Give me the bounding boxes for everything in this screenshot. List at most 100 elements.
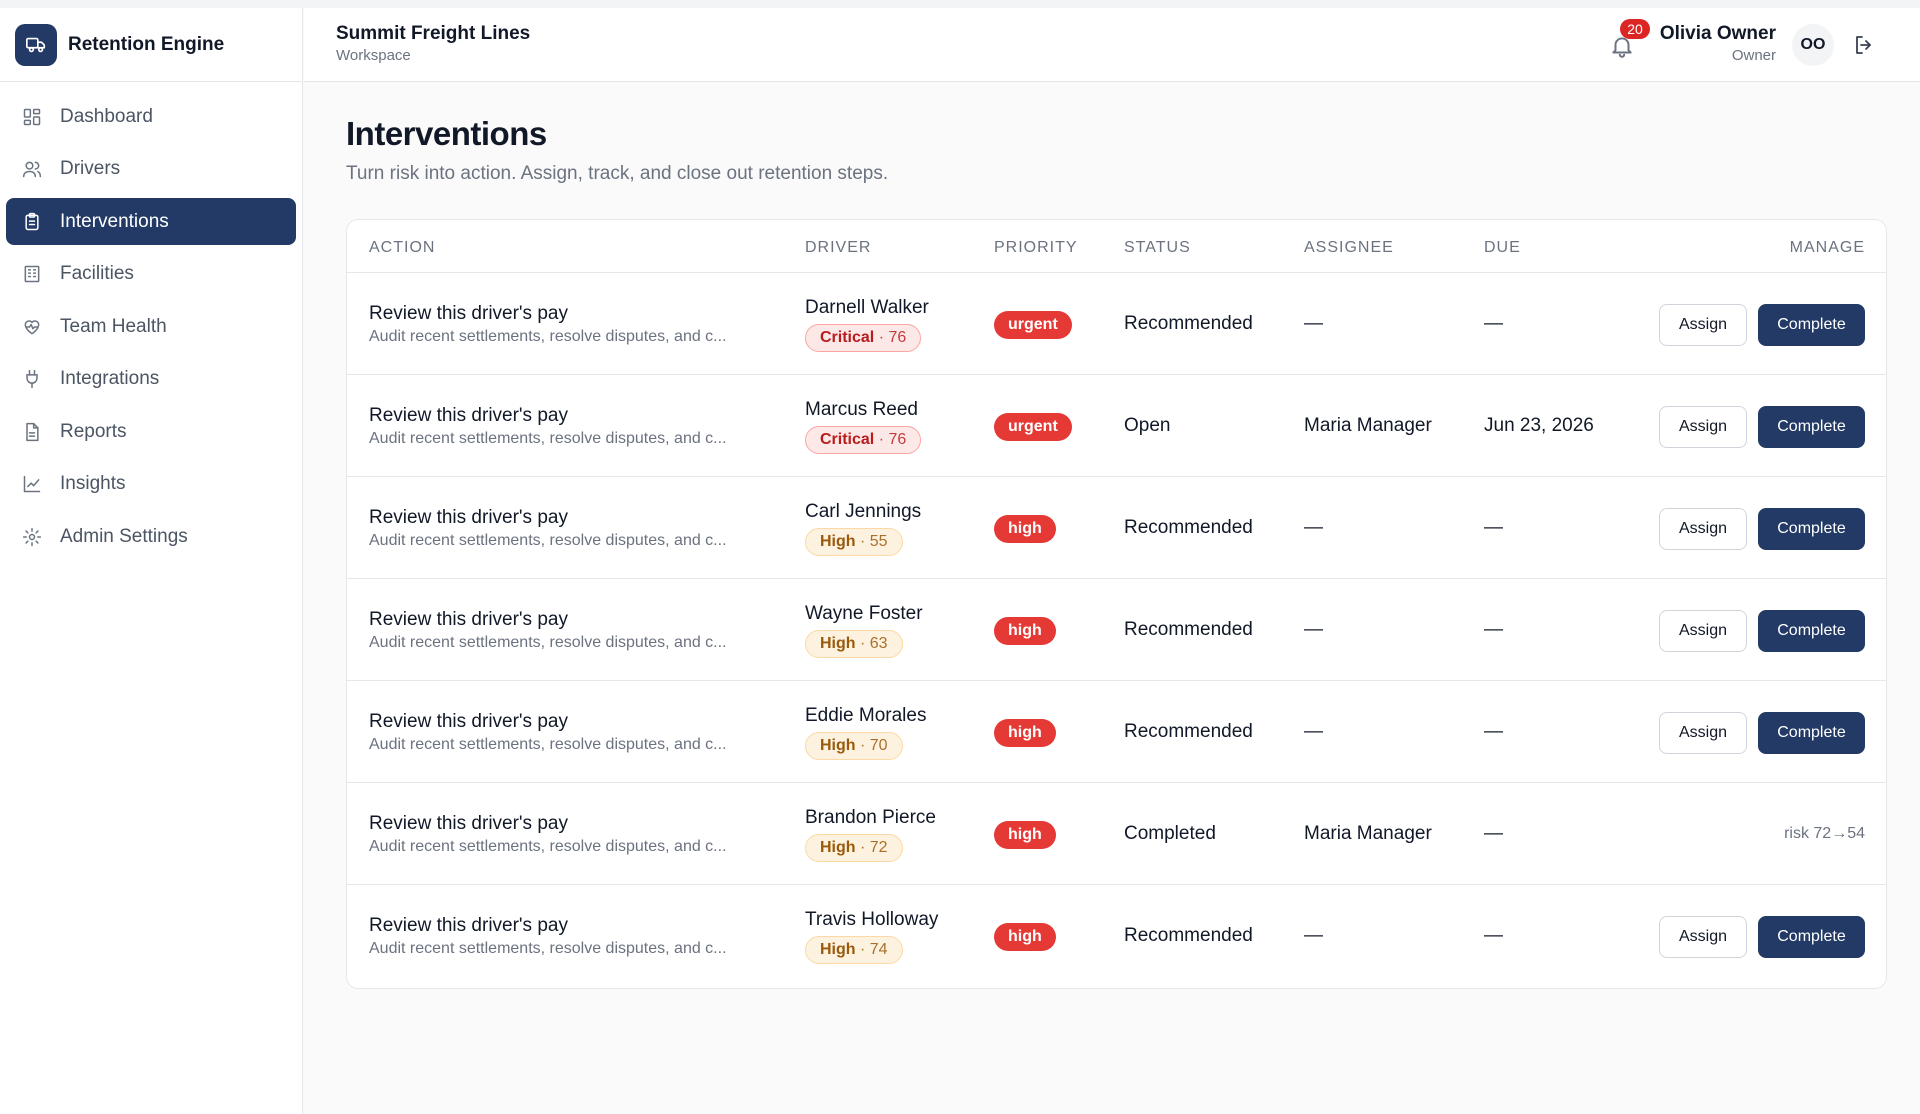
user-name: Olivia Owner xyxy=(1659,23,1776,44)
sidebar-item-label: Admin Settings xyxy=(60,525,188,547)
sidebar-item-dashboard[interactable]: Dashboard xyxy=(6,93,296,140)
building-icon xyxy=(21,263,43,285)
sidebar-item-label: Facilities xyxy=(60,263,134,284)
chart-line-icon xyxy=(21,473,43,495)
column-header-driver: DRIVER xyxy=(805,239,872,256)
complete-button[interactable]: Complete xyxy=(1758,916,1865,958)
priority-badge: high xyxy=(994,617,1056,645)
risk-level: High xyxy=(820,839,856,856)
driver-name[interactable]: Eddie Morales xyxy=(805,705,926,727)
sidebar-item-facilities[interactable]: Facilities xyxy=(6,251,296,298)
status-text: Completed xyxy=(1124,823,1216,844)
complete-button[interactable]: Complete xyxy=(1758,508,1865,550)
risk-badge: High · 63 xyxy=(805,630,903,658)
brand[interactable]: Retention Engine xyxy=(0,8,302,82)
due-date: Jun 23, 2026 xyxy=(1484,415,1594,436)
sidebar-item-admin-settings[interactable]: Admin Settings xyxy=(6,513,296,560)
table-row[interactable]: Review this driver's pay Audit recent se… xyxy=(347,375,1886,477)
driver-name[interactable]: Marcus Reed xyxy=(805,399,918,421)
action-description: Audit recent settlements, resolve disput… xyxy=(369,532,727,549)
dashboard-icon xyxy=(21,106,43,128)
risk-level: High xyxy=(820,941,856,958)
logout-icon[interactable] xyxy=(1852,33,1878,59)
due-date: — xyxy=(1484,313,1503,334)
risk-score: · 76 xyxy=(878,431,907,448)
driver-name[interactable]: Travis Holloway xyxy=(805,909,938,931)
assignee-text: Maria Manager xyxy=(1304,415,1432,436)
due-date: — xyxy=(1484,823,1503,844)
assign-button[interactable]: Assign xyxy=(1659,304,1747,346)
sidebar-item-label: Team Health xyxy=(60,315,167,337)
users-icon xyxy=(21,158,43,180)
priority-badge: high xyxy=(994,515,1056,543)
action-title: Review this driver's pay xyxy=(369,303,568,324)
user-role: Owner xyxy=(1731,47,1776,64)
risk-badge: Critical · 76 xyxy=(805,426,922,454)
file-icon xyxy=(21,421,43,443)
risk-badge: High · 74 xyxy=(805,936,903,964)
sidebar-item-insights[interactable]: Insights xyxy=(6,461,296,508)
risk-level: High xyxy=(820,635,856,652)
assign-button[interactable]: Assign xyxy=(1659,508,1747,550)
due-date: — xyxy=(1484,721,1503,742)
status-text: Open xyxy=(1124,415,1171,436)
due-date: — xyxy=(1484,619,1503,640)
top-strip xyxy=(0,0,1920,8)
complete-button[interactable]: Complete xyxy=(1758,610,1865,652)
action-title: Review this driver's pay xyxy=(369,609,568,630)
risk-badge: High · 55 xyxy=(805,528,903,556)
assignee-text: — xyxy=(1304,721,1323,742)
action-title: Review this driver's pay xyxy=(369,405,568,426)
complete-button[interactable]: Complete xyxy=(1758,304,1865,346)
column-header-assignee: ASSIGNEE xyxy=(1304,239,1394,256)
status-text: Recommended xyxy=(1124,721,1253,742)
column-header-manage: MANAGE xyxy=(1789,239,1865,256)
assign-button[interactable]: Assign xyxy=(1659,610,1747,652)
gear-icon xyxy=(21,526,43,548)
priority-badge: high xyxy=(994,719,1056,747)
risk-score: · 63 xyxy=(860,635,888,652)
status-text: Recommended xyxy=(1124,925,1253,946)
table-row[interactable]: Review this driver's pay Audit recent se… xyxy=(347,477,1886,579)
workspace-name[interactable]: Summit Freight Lines xyxy=(336,23,530,45)
table-row[interactable]: Review this driver's pay Audit recent se… xyxy=(347,783,1886,885)
risk-level: High xyxy=(820,533,856,550)
assignee-text: — xyxy=(1304,517,1323,538)
table-header: ACTION DRIVER PRIORITY STATUS ASSIGNEE D… xyxy=(347,220,1886,273)
sidebar-item-drivers[interactable]: Drivers xyxy=(6,146,296,193)
column-header-priority: PRIORITY xyxy=(994,239,1078,256)
assign-button[interactable]: Assign xyxy=(1659,712,1747,754)
priority-badge: urgent xyxy=(994,413,1072,441)
sidebar-item-integrations[interactable]: Integrations xyxy=(6,356,296,403)
table-row[interactable]: Review this driver's pay Audit recent se… xyxy=(347,273,1886,375)
assign-button[interactable]: Assign xyxy=(1659,916,1747,958)
table-row[interactable]: Review this driver's pay Audit recent se… xyxy=(347,579,1886,681)
risk-level: High xyxy=(820,737,856,754)
due-date: — xyxy=(1484,925,1503,946)
sidebar-item-reports[interactable]: Reports xyxy=(6,408,296,455)
risk-score: · 72 xyxy=(860,839,888,856)
complete-button[interactable]: Complete xyxy=(1758,406,1865,448)
avatar[interactable]: OO xyxy=(1792,24,1834,66)
sidebar-item-team-health[interactable]: Team Health xyxy=(6,303,296,350)
sidebar-item-interventions[interactable]: Interventions xyxy=(6,198,296,245)
complete-button[interactable]: Complete xyxy=(1758,712,1865,754)
action-description: Audit recent settlements, resolve disput… xyxy=(369,736,727,753)
risk-badge: High · 70 xyxy=(805,732,903,760)
driver-name[interactable]: Brandon Pierce xyxy=(805,807,936,829)
sidebar: Retention Engine Dashboard Drivers Inter… xyxy=(0,8,303,1114)
driver-name[interactable]: Carl Jennings xyxy=(805,501,921,523)
page-subtitle: Turn risk into action. Assign, track, an… xyxy=(346,163,889,184)
table-row[interactable]: Review this driver's pay Audit recent se… xyxy=(347,885,1886,987)
risk-score: · 76 xyxy=(878,329,907,346)
assignee-text: — xyxy=(1304,619,1323,640)
risk-score: · 55 xyxy=(860,533,888,550)
action-description: Audit recent settlements, resolve disput… xyxy=(369,328,727,345)
table-row[interactable]: Review this driver's pay Audit recent se… xyxy=(347,681,1886,783)
risk-level: Critical xyxy=(820,431,875,448)
status-text: Recommended xyxy=(1124,313,1253,334)
driver-name[interactable]: Darnell Walker xyxy=(805,297,929,319)
driver-name[interactable]: Wayne Foster xyxy=(805,603,923,625)
assignee-text: Maria Manager xyxy=(1304,823,1432,844)
assign-button[interactable]: Assign xyxy=(1659,406,1747,448)
